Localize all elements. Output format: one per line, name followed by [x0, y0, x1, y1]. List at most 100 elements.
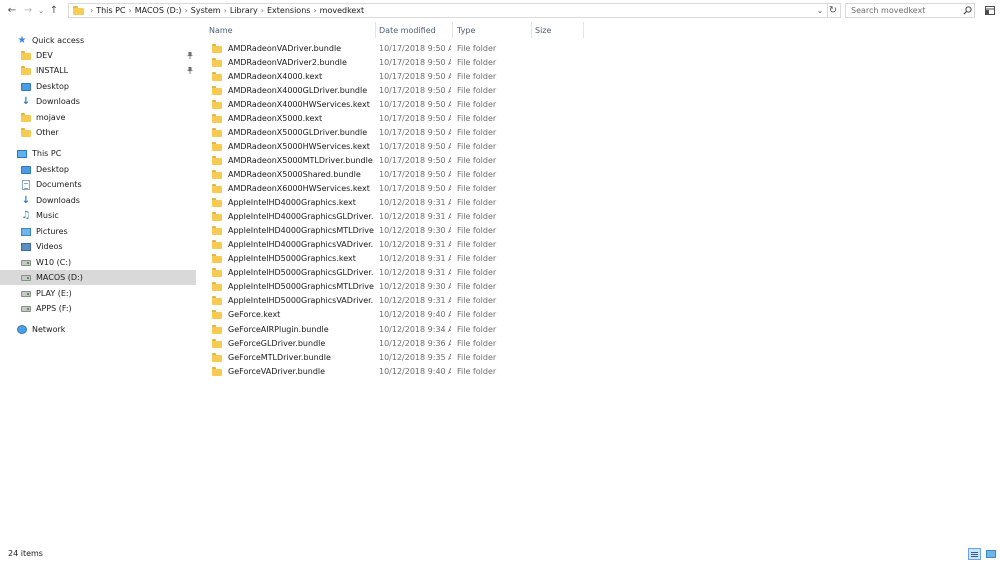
item-count: 24 items: [8, 549, 43, 558]
chevron-right-icon[interactable]: ›: [129, 6, 132, 15]
chevron-right-icon[interactable]: ›: [224, 6, 227, 15]
table-row[interactable]: AMDRadeonX5000Shared.bundle 10/17/2018 9:…: [210, 167, 580, 181]
sidebar-item-label: Desktop: [36, 165, 69, 174]
file-name: AMDRadeonX5000.kext: [228, 113, 323, 123]
sidebar-item-label: Desktop: [36, 82, 69, 91]
file-type: File folder: [457, 184, 497, 193]
sidebar-item-mojave[interactable]: mojave: [0, 110, 196, 125]
breadcrumb-item[interactable]: Extensions: [267, 6, 310, 15]
file-name: GeForceAIRPlugin.bundle: [228, 324, 329, 334]
file-name: AppleIntelHD5000GraphicsMTLDriver.bu...: [228, 282, 374, 292]
sidebar-item-install[interactable]: INSTALL: [0, 63, 196, 78]
sidebar-item-dev[interactable]: DEV: [0, 48, 196, 63]
column-header-type[interactable]: Type: [453, 24, 531, 37]
chevron-down-icon[interactable]: ⌄: [813, 4, 827, 17]
table-row[interactable]: AMDRadeonX5000.kext 10/17/2018 9:50 A... F…: [210, 111, 580, 125]
table-row[interactable]: AMDRadeonX5000GLDriver.bundle 10/17/2018 …: [210, 125, 580, 139]
refresh-icon[interactable]: ↻: [826, 3, 841, 18]
sidebar-item-label: Music: [36, 211, 59, 220]
sidebar-item-pictures[interactable]: Pictures: [0, 224, 196, 239]
chevron-right-icon[interactable]: ›: [90, 6, 93, 15]
breadcrumb-item[interactable]: movedkext: [320, 6, 364, 15]
table-row[interactable]: AMDRadeonX5000MTLDriver.bundle 10/17/2018…: [210, 153, 580, 167]
table-row[interactable]: AMDRadeonX5000HWServices.kext 10/17/2018 …: [210, 139, 580, 153]
sidebar-item-downloads[interactable]: ↓ Downloads: [0, 94, 196, 109]
chevron-right-icon[interactable]: ›: [261, 6, 264, 15]
file-name: AppleIntelHD5000Graphics.kext: [228, 254, 356, 264]
sidebar-item-documents[interactable]: Documents: [0, 177, 196, 192]
back-arrow-icon[interactable]: ←: [4, 3, 20, 19]
table-row[interactable]: GeForceVADriver.bundle 10/12/2018 9:40 A.…: [210, 364, 580, 378]
table-row[interactable]: AMDRadeonX4000.kext 10/17/2018 9:50 A... F…: [210, 69, 580, 83]
sidebar-item-network[interactable]: Network: [0, 322, 196, 337]
up-arrow-icon[interactable]: ↑: [46, 3, 62, 19]
sidebar-item-other[interactable]: Other: [0, 125, 196, 140]
sidebar-item-videos[interactable]: Videos: [0, 239, 196, 254]
pin-icon[interactable]: [187, 52, 193, 59]
search-box[interactable]: [845, 3, 975, 18]
documents-icon: [21, 179, 31, 190]
file-type: File folder: [457, 352, 497, 362]
forward-arrow-icon[interactable]: →: [20, 3, 36, 19]
column-header-date-modified[interactable]: Date modified: [375, 24, 452, 37]
file-name: AppleIntelHD4000GraphicsGLDriver.bun...: [228, 212, 374, 222]
table-row[interactable]: AMDRadeonX4000GLDriver.bundle 10/17/2018 …: [210, 83, 580, 97]
network-icon: [17, 325, 27, 335]
table-row[interactable]: GeForceMTLDriver.bundle 10/12/2018 9:35 A…: [210, 350, 580, 364]
sidebar-item-apps-f[interactable]: APPS (F:): [0, 301, 196, 316]
table-row[interactable]: AMDRadeonX4000HWServices.kext 10/17/2018 …: [210, 97, 580, 111]
table-row[interactable]: AppleIntelHD4000GraphicsMTLDriver.bu... 1…: [210, 224, 580, 238]
search-input[interactable]: [846, 6, 960, 15]
sidebar-item-music[interactable]: ♫ Music: [0, 208, 196, 223]
large-icons-view-icon[interactable]: [984, 548, 997, 560]
table-row[interactable]: AMDRadeonX6000HWServices.kext 10/17/2018 …: [210, 182, 580, 196]
breadcrumb-item[interactable]: Library: [230, 6, 258, 15]
folder-icon: [212, 85, 222, 95]
table-row[interactable]: AppleIntelHD4000Graphics.kext 10/12/2018 …: [210, 196, 580, 210]
sidebar-item-desktop[interactable]: Desktop: [0, 79, 196, 94]
recent-locations-chevron-icon[interactable]: ⌄: [36, 3, 46, 19]
table-row[interactable]: GeForce.kext 10/12/2018 9:40 A... File fol…: [210, 308, 580, 322]
table-row[interactable]: AppleIntelHD5000GraphicsGLDriver.bun... 1…: [210, 266, 580, 280]
chevron-right-icon[interactable]: ›: [313, 6, 316, 15]
file-type: File folder: [457, 127, 497, 137]
sidebar-item-play-e[interactable]: PLAY (E:): [0, 286, 196, 301]
folder-icon: [21, 66, 31, 76]
sidebar-item-this-pc[interactable]: This PC: [0, 146, 196, 161]
breadcrumb-item[interactable]: System: [191, 6, 221, 15]
sidebar-item-label: W10 (C:): [36, 258, 72, 267]
sidebar-item-quick-access[interactable]: ★ Quick access: [0, 33, 196, 48]
table-row[interactable]: AMDRadeonVADriver.bundle 10/17/2018 9:50 …: [210, 41, 580, 55]
table-row[interactable]: AppleIntelHD5000GraphicsVADriver.bun... 1…: [210, 294, 580, 308]
table-row[interactable]: AppleIntelHD4000GraphicsGLDriver.bun... 1…: [210, 210, 580, 224]
chevron-right-icon[interactable]: ›: [185, 6, 188, 15]
music-icon: ♫: [21, 209, 31, 221]
file-name: GeForceMTLDriver.bundle: [228, 352, 331, 362]
column-header-name[interactable]: Name: [205, 24, 375, 37]
sidebar-item-downloads[interactable]: ↓ Downloads: [0, 193, 196, 208]
breadcrumb-item[interactable]: This PC: [96, 6, 125, 15]
file-date-modified: 10/17/2018 9:50 A...: [379, 99, 451, 109]
ribbon-toggle-icon[interactable]: [983, 4, 997, 17]
download-icon: ↓: [21, 194, 31, 206]
breadcrumb[interactable]: › This PC › MACOS (D:) › System › Library › Exten…: [68, 3, 828, 18]
table-row[interactable]: GeForceAIRPlugin.bundle 10/12/2018 9:34 A…: [210, 322, 580, 336]
table-row[interactable]: GeForceGLDriver.bundle 10/12/2018 9:36 A.…: [210, 336, 580, 350]
details-view-icon[interactable]: [968, 548, 981, 560]
search-icon[interactable]: [960, 4, 974, 17]
table-row[interactable]: AppleIntelHD5000Graphics.kext 10/12/2018 …: [210, 252, 580, 266]
file-date-modified: 10/17/2018 9:50 A...: [379, 155, 451, 165]
column-header-size[interactable]: Size: [531, 24, 583, 37]
table-row[interactable]: AppleIntelHD5000GraphicsMTLDriver.bu... 1…: [210, 280, 580, 294]
table-row[interactable]: AMDRadeonVADriver2.bundle 10/17/2018 9:50…: [210, 55, 580, 69]
table-row[interactable]: AppleIntelHD4000GraphicsVADriver.bun... 1…: [210, 238, 580, 252]
breadcrumb-item[interactable]: MACOS (D:): [135, 6, 182, 15]
file-name: GeForce.kext: [228, 310, 281, 320]
file-name: AMDRadeonX5000GLDriver.bundle: [228, 127, 368, 137]
sidebar-item-label: Documents: [36, 180, 82, 189]
column-divider[interactable]: [583, 22, 584, 38]
sidebar-item-macos-d[interactable]: MACOS (D:): [0, 270, 196, 285]
pin-icon[interactable]: [187, 67, 193, 74]
sidebar-item-desktop[interactable]: Desktop: [0, 162, 196, 177]
sidebar-item-w10-c[interactable]: W10 (C:): [0, 255, 196, 270]
